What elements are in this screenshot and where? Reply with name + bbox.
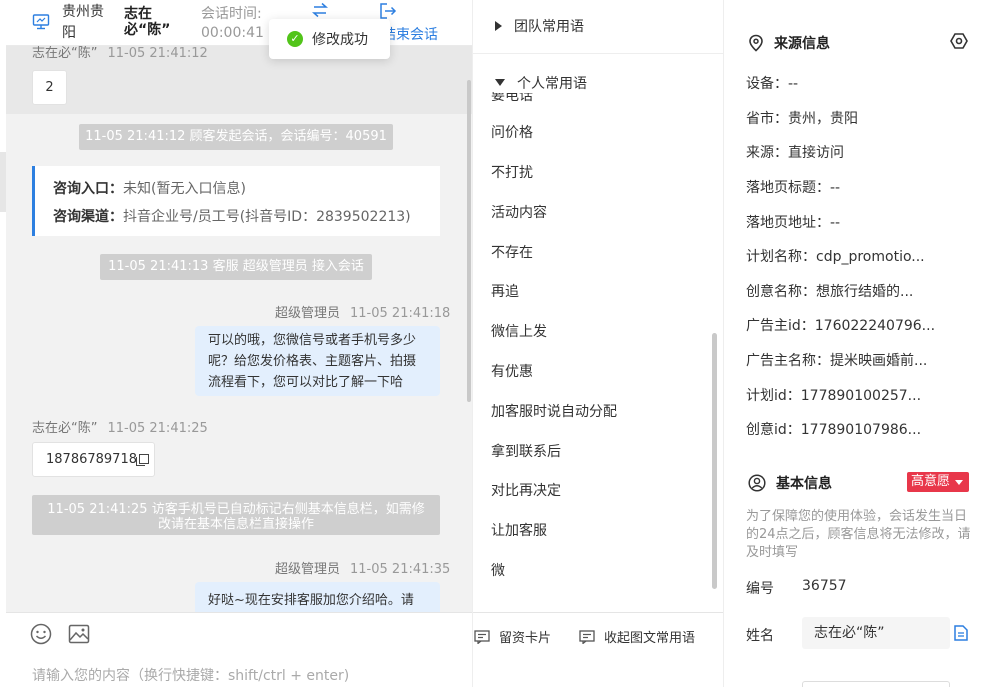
message-meta: 志在必“陈” 11-05 21:41:12 xyxy=(32,46,208,61)
advertiser-name-field: 广告主名称：提米映画婚前... xyxy=(746,353,928,369)
end-session-button[interactable]: 结束会话 xyxy=(382,24,438,44)
phrase-item[interactable]: 拿到联系后 xyxy=(491,441,561,461)
success-toast: ✓ 修改成功 xyxy=(269,19,390,59)
system-note: 11-05 21:41:13 客服 超级管理员 接入会话 xyxy=(100,254,372,280)
number-value: 36757 xyxy=(802,578,847,594)
advertiser-id-field: 广告主id：176022240796... xyxy=(746,318,936,334)
message-time: 11-05 21:41:12 xyxy=(107,46,208,61)
personal-phrases-toggle[interactable]: 个人常用语 xyxy=(495,73,597,93)
collapse-rich-phrases-button[interactable]: 收起图文常用语 xyxy=(579,627,695,646)
message-input[interactable]: 请输入您的内容（换行快捷键：shift/ctrl + enter) xyxy=(32,665,349,685)
customer-phone-message[interactable]: 18786789718 xyxy=(32,442,155,477)
message-meta: 超级管理员 11-05 21:41:18 xyxy=(275,302,450,321)
agent-message[interactable]: 可以的哦，您微信号或者手机号多少呢？给您发价格表、主题客片、拍摄流程看下，您可以… xyxy=(195,326,440,396)
phrase-item[interactable]: 问价格 xyxy=(491,122,533,142)
phrase-item[interactable]: 有优惠 xyxy=(491,361,533,381)
phrase-item[interactable]: 对比再决定 xyxy=(491,480,561,500)
exit-icon[interactable] xyxy=(379,2,397,20)
session-time-label: 会话时间: xyxy=(201,6,262,22)
copy-icon[interactable] xyxy=(135,454,149,466)
document-icon[interactable] xyxy=(954,625,968,641)
phrase-item[interactable]: 再追 xyxy=(491,281,519,301)
chat-header: 贵州贵阳 志在必“陈” 会话时间: 00:00:41 结束会话 xyxy=(6,0,472,46)
card-icon xyxy=(474,629,490,644)
basic-info-heading: 基本信息 xyxy=(748,473,832,493)
phrase-item[interactable]: 不存在 xyxy=(491,242,533,262)
personal-phrases-label: 个人常用语 xyxy=(517,76,587,92)
name-label: 姓名 xyxy=(746,628,774,644)
message-time: 11-05 21:41:25 xyxy=(107,421,208,436)
user-circle-icon xyxy=(748,474,766,492)
caret-down-icon xyxy=(495,79,505,86)
phrase-item[interactable]: 不打扰 xyxy=(491,162,533,182)
transfer-icon[interactable] xyxy=(311,2,329,18)
message-meta: 志在必“陈” 11-05 21:41:25 xyxy=(32,417,208,436)
number-label: 编号 xyxy=(746,581,774,597)
agent-message[interactable]: 好哒~现在安排客服加您介绍哈。请 xyxy=(195,582,440,612)
phrase-item[interactable]: 活动内容 xyxy=(491,202,547,222)
customer-message[interactable]: 2 xyxy=(32,70,67,105)
chat-scrollbar[interactable] xyxy=(467,80,471,402)
message-sender: 志在必“陈” xyxy=(32,46,98,61)
creative-name-field: 创意名称：想旅行结婚的... xyxy=(746,284,914,300)
visitor-location: 贵州贵阳 xyxy=(62,4,104,41)
chat-panel: 贵州贵阳 志在必“陈” 会话时间: 00:00:41 结束会话 ✓ 修改成功 志… xyxy=(6,0,472,687)
phone-number: 18786789718 xyxy=(46,452,137,467)
visitor-name: 志在必“陈” xyxy=(124,6,171,38)
location-pin-icon xyxy=(749,34,763,52)
consult-info-card: 咨询入口：未知(暂无入口信息) 咨询渠道：抖音企业号/员工号(抖音号ID：283… xyxy=(32,166,440,236)
system-note: 11-05 21:41:25 访客手机号已自动标记右侧基本信息栏，如需修改请在基… xyxy=(32,495,440,535)
edit-notice: 为了保障您的使用体验，会话发生当日的24点之后，顾客信息将无法修改，请及时填写 xyxy=(746,509,971,560)
name-field[interactable]: 志在必“陈” xyxy=(802,617,950,649)
consult-channel: 咨询渠道：抖音企业号/员工号(抖音号ID：2839502213) xyxy=(53,209,411,225)
region-field: 省市：贵州，贵阳 xyxy=(746,111,858,127)
divider xyxy=(473,53,723,54)
phrase-item[interactable]: 微信上发 xyxy=(491,321,547,341)
input-area[interactable]: 请输入您的内容（换行快捷键：shift/ctrl + enter) xyxy=(6,612,472,687)
device-field: 设备：-- xyxy=(746,76,799,92)
message-list[interactable]: 志在必“陈” 11-05 21:41:12 2 11-05 21:41:12 顾客… xyxy=(6,46,472,612)
image-icon[interactable] xyxy=(68,623,90,645)
consult-entry: 咨询入口：未知(暂无入口信息) xyxy=(53,181,246,197)
next-field[interactable] xyxy=(802,681,950,687)
phrase-footer: 留资卡片 收起图文常用语 xyxy=(473,612,723,687)
intent-badge[interactable]: 高意愿 xyxy=(907,472,969,492)
message-sender: 超级管理员 xyxy=(275,306,341,321)
session-time-value: 00:00:41 xyxy=(201,25,264,41)
collapse-rich-phrases-label: 收起图文常用语 xyxy=(604,631,696,646)
phrase-item[interactable]: 让加客服 xyxy=(491,520,547,540)
visitor-info-panel: 来源信息 设备：-- 省市：贵州，贵阳 来源：直接访问 落地页标题：-- 落地页… xyxy=(724,0,986,687)
monitor-icon xyxy=(32,14,50,30)
team-phrases-label: 团队常用语 xyxy=(514,19,584,35)
landing-url-field: 落地页地址：-- xyxy=(746,215,841,231)
leave-card-button[interactable]: 留资卡片 xyxy=(474,627,551,646)
phrase-item[interactable]: 加客服时说自动分配 xyxy=(491,401,617,421)
check-circle-icon: ✓ xyxy=(287,31,303,47)
phrase-item[interactable]: 微 xyxy=(491,560,505,580)
toast-text: 修改成功 xyxy=(312,32,368,48)
team-phrases-toggle[interactable]: 团队常用语 xyxy=(495,16,584,36)
creative-id-field: 创意id：177890107986... xyxy=(746,422,922,438)
source-info-heading: 来源信息 xyxy=(748,33,830,53)
message-time: 11-05 21:41:18 xyxy=(350,306,451,321)
personal-phrase-list[interactable]: 要电话 问价格 不打扰 活动内容 不存在 再追 微信上发 有优惠 加客服时说自动… xyxy=(473,80,713,600)
caret-right-icon xyxy=(495,21,502,31)
plan-id-field: 计划id：177890100257... xyxy=(746,388,922,404)
message-meta: 超级管理员 11-05 21:41:35 xyxy=(275,558,450,577)
emoji-icon[interactable] xyxy=(30,623,52,645)
message-sender: 超级管理员 xyxy=(275,562,341,577)
source-field: 来源：直接访问 xyxy=(746,145,844,161)
leave-card-label: 留资卡片 xyxy=(499,631,552,646)
settings-icon[interactable] xyxy=(950,32,968,50)
source-info-title: 来源信息 xyxy=(774,36,830,52)
landing-title-field: 落地页标题：-- xyxy=(746,180,841,196)
message-sender: 志在必“陈” xyxy=(32,421,98,436)
common-phrases-panel: 团队常用语 要电话 问价格 不打扰 活动内容 不存在 再追 微信上发 有优惠 加… xyxy=(472,0,724,687)
phrase-scrollbar[interactable] xyxy=(712,333,717,589)
card-icon xyxy=(579,629,595,644)
system-note: 11-05 21:41:12 顾客发起会话，会话编号：40591 xyxy=(79,124,393,150)
message-time: 11-05 21:41:35 xyxy=(350,562,451,577)
plan-name-field: 计划名称：cdp_promotio... xyxy=(746,249,925,265)
basic-info-title: 基本信息 xyxy=(776,476,832,492)
